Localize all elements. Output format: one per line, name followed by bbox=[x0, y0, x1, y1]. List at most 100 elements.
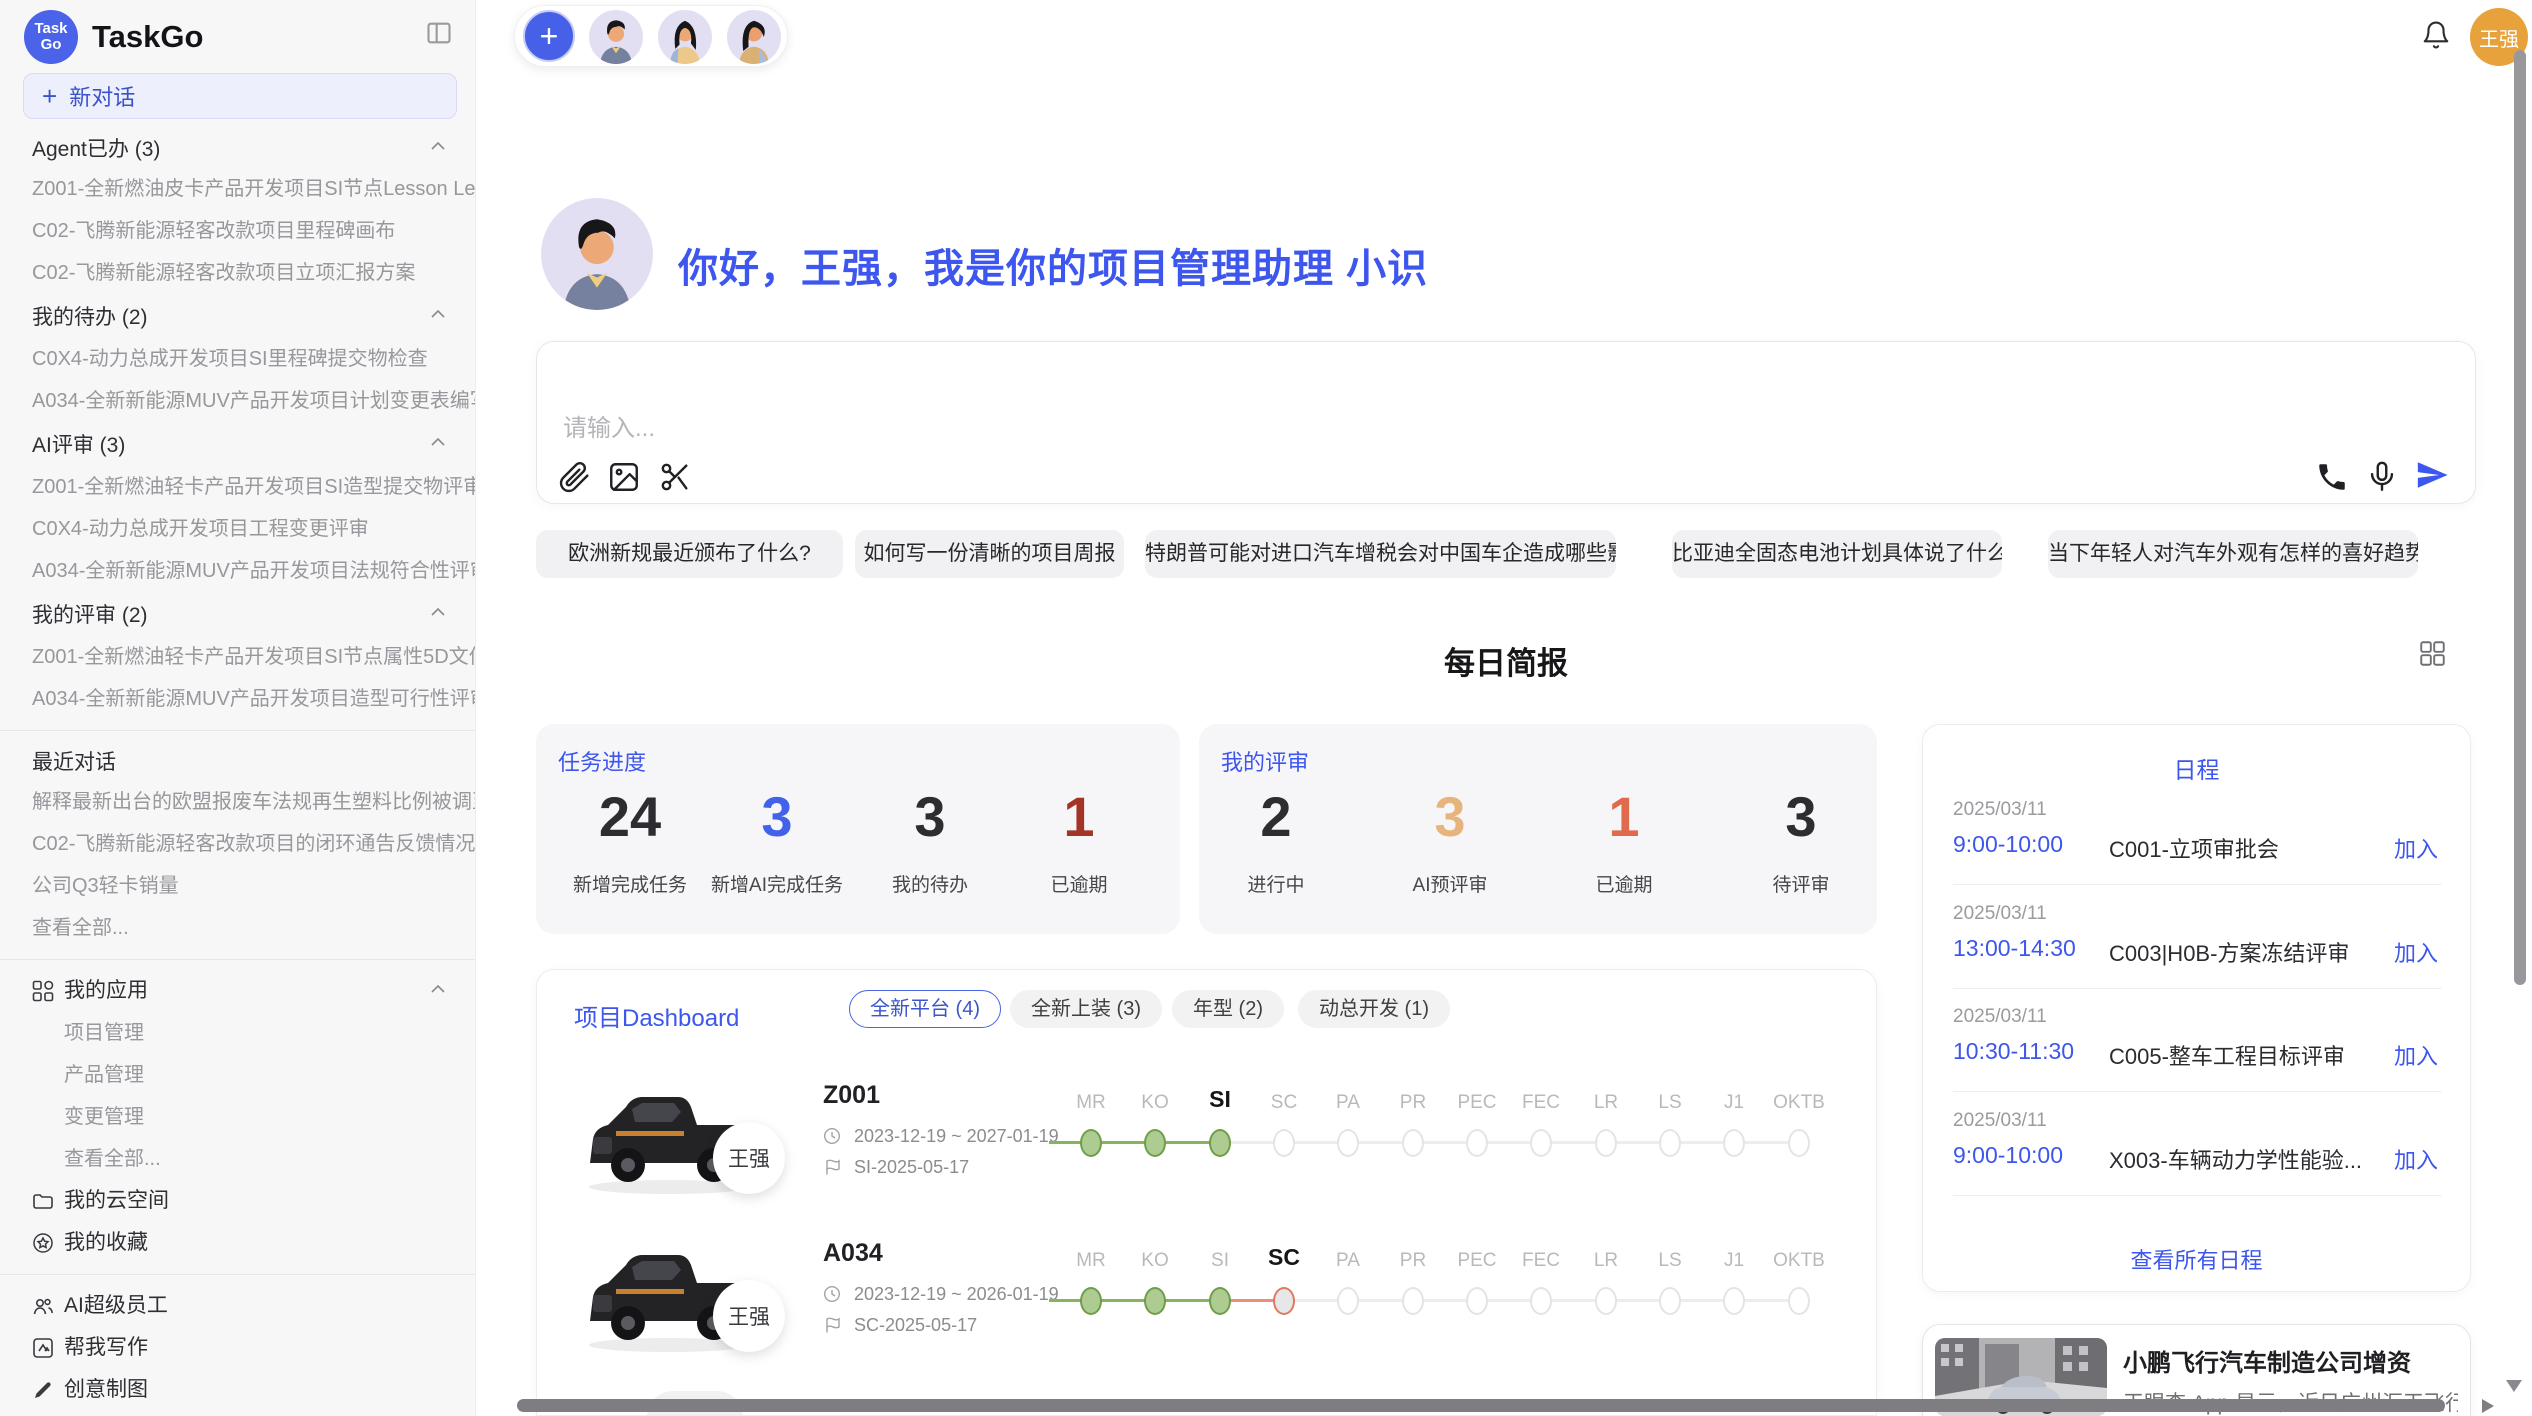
dashboard-title: 项目Dashboard bbox=[574, 998, 739, 1033]
app-item-project-mgmt[interactable]: 项目管理 bbox=[0, 1012, 476, 1054]
image-icon[interactable] bbox=[607, 460, 641, 494]
schedule-item[interactable]: 2025/03/11 9:00-10:00 C001-立项审批会 加入 bbox=[1953, 787, 2442, 891]
app-item-change-mgmt[interactable]: 变更管理 bbox=[0, 1096, 476, 1138]
app-window: TaskGo TaskGo + 新对话 Agent已办 (3) Z001-全新燃… bbox=[0, 0, 2532, 1416]
horizontal-scrollbar[interactable] bbox=[517, 1399, 2445, 1412]
chevron-up-icon[interactable] bbox=[430, 607, 446, 621]
join-link[interactable]: 加入 bbox=[2394, 936, 2438, 968]
sidebar-item-cloud-space[interactable]: 我的云空间 bbox=[0, 1180, 476, 1222]
add-session-button[interactable]: + bbox=[523, 10, 575, 62]
task-item[interactable]: C02-飞腾新能源轻客改款项目立项汇报方案 bbox=[0, 252, 476, 294]
join-link[interactable]: 加入 bbox=[2394, 1143, 2438, 1175]
project-flag: SC-2025-05-17 bbox=[823, 1315, 977, 1336]
session-avatar[interactable] bbox=[658, 10, 712, 64]
recent-chat-item[interactable]: 公司Q3轻卡销量 bbox=[0, 865, 476, 907]
clock-icon bbox=[823, 1127, 841, 1145]
scissors-icon[interactable] bbox=[658, 460, 692, 494]
session-avatar[interactable] bbox=[589, 10, 643, 64]
divider bbox=[1953, 988, 2442, 989]
project-dates: 2023-12-19 ~ 2026-01-19 bbox=[823, 1284, 1059, 1305]
sidebar-item-my-apps[interactable]: 我的应用 bbox=[0, 970, 476, 1012]
plus-icon: + bbox=[42, 81, 57, 112]
scroll-right-arrow[interactable] bbox=[2482, 1399, 2494, 1413]
layout-grid-icon[interactable] bbox=[2419, 640, 2446, 667]
divider bbox=[1953, 1195, 2442, 1196]
suggestion-chip[interactable]: 比亚迪全固态电池计划具体说了什么 bbox=[1672, 530, 2002, 578]
suggestion-chip[interactable]: 如何写一份清晰的项目周报 bbox=[855, 530, 1124, 578]
suggestion-chip[interactable]: 欧洲新规最近颁布了什么? bbox=[536, 530, 843, 578]
tab-new-body[interactable]: 全新上装 (3) bbox=[1010, 990, 1162, 1028]
sidebar-item-favorites[interactable]: 我的收藏 bbox=[0, 1222, 476, 1264]
tab-powertrain[interactable]: 动总开发 (1) bbox=[1298, 990, 1450, 1028]
microphone-icon[interactable] bbox=[2365, 460, 2399, 494]
milestone-line-done bbox=[1049, 1299, 1220, 1302]
tab-model-year[interactable]: 年型 (2) bbox=[1172, 990, 1284, 1028]
task-item[interactable]: A034-全新新能源MUV产品开发项目法规符合性评审 bbox=[0, 550, 476, 592]
task-item[interactable]: Z001-全新燃油皮卡产品开发项目SI节点Lesson Learn报告 bbox=[0, 168, 476, 210]
daily-briefing-title: 每日简报 bbox=[536, 638, 2476, 683]
schedule-item[interactable]: 2025/03/11 13:00-14:30 C003|H0B-方案冻结评审 加… bbox=[1953, 891, 2442, 995]
task-item[interactable]: C0X4-动力总成开发项目SI里程碑提交物检查 bbox=[0, 338, 476, 380]
scroll-down-arrow[interactable] bbox=[2506, 1380, 2522, 1392]
sidebar-collapse-icon[interactable] bbox=[425, 19, 453, 47]
assistant-avatar bbox=[541, 198, 653, 310]
owner-badge: 王强 bbox=[713, 1122, 785, 1194]
app-item-product-mgmt[interactable]: 产品管理 bbox=[0, 1054, 476, 1096]
task-item[interactable]: A034-全新新能源MUV产品开发项目造型可行性评审 bbox=[0, 678, 476, 720]
project-code[interactable]: Z001 bbox=[823, 1081, 880, 1110]
chat-input[interactable]: 请输入... bbox=[536, 341, 2476, 504]
send-icon[interactable] bbox=[2415, 458, 2449, 492]
chevron-up-icon[interactable] bbox=[430, 984, 446, 998]
chevron-up-icon[interactable] bbox=[430, 141, 446, 155]
tab-new-platform[interactable]: 全新平台 (4) bbox=[849, 990, 1001, 1028]
task-item[interactable]: C0X4-动力总成开发项目工程变更评审 bbox=[0, 508, 476, 550]
schedule-item[interactable]: 2025/03/11 9:00-10:00 X003-车辆动力学性能验... 加… bbox=[1953, 1098, 2442, 1202]
divider bbox=[1953, 884, 2442, 885]
section-my-todo[interactable]: 我的待办 (2) bbox=[0, 294, 476, 338]
card-title: 任务进度 bbox=[558, 745, 646, 777]
stat-new-done: 24 新增完成任务 bbox=[550, 782, 710, 897]
my-review-card: 我的评审 2 进行中 3 AI预评审 1 已逾期 3 待评审 bbox=[1199, 724, 1877, 934]
section-my-review[interactable]: 我的评审 (2) bbox=[0, 592, 476, 636]
stat-in-progress: 2 进行中 bbox=[1196, 782, 1356, 897]
input-placeholder: 请输入... bbox=[563, 408, 655, 443]
task-item[interactable]: Z001-全新燃油轻卡产品开发项目SI节点属性5D文件评审 bbox=[0, 636, 476, 678]
flag-icon bbox=[823, 1316, 841, 1334]
sidebar-list: Agent已办 (3) Z001-全新燃油皮卡产品开发项目SI节点Lesson … bbox=[0, 128, 476, 1411]
section-recent-chats: 最近对话 bbox=[0, 741, 476, 781]
task-item[interactable]: Z001-全新燃油轻卡产品开发项目SI造型提交物评审 bbox=[0, 466, 476, 508]
project-dashboard-card: 项目Dashboard 全新平台 (4) 全新上装 (3) 年型 (2) 动总开… bbox=[536, 969, 1877, 1416]
chevron-up-icon[interactable] bbox=[430, 309, 446, 323]
recent-view-all[interactable]: 查看全部... bbox=[0, 907, 476, 949]
notification-bell-icon[interactable] bbox=[2421, 20, 2451, 52]
section-agent-done[interactable]: Agent已办 (3) bbox=[0, 128, 476, 168]
star-badge-icon bbox=[32, 1232, 54, 1254]
session-avatar[interactable] bbox=[727, 10, 781, 64]
vertical-scrollbar[interactable] bbox=[2514, 50, 2526, 985]
apps-view-all[interactable]: 查看全部... bbox=[0, 1138, 476, 1180]
attachment-icon[interactable] bbox=[557, 460, 591, 494]
sidebar-item-writing[interactable]: 帮我写作 bbox=[0, 1327, 476, 1369]
task-item[interactable]: A034-全新新能源MUV产品开发项目计划变更表编写 bbox=[0, 380, 476, 422]
schedule-item[interactable]: 2025/03/11 10:30-11:30 C005-整车工程目标评审 加入 bbox=[1953, 994, 2442, 1098]
task-item[interactable]: C02-飞腾新能源轻客改款项目里程碑画布 bbox=[0, 210, 476, 252]
news-title: 小鹏飞行汽车制造公司增资 bbox=[2123, 1343, 2411, 1378]
join-link[interactable]: 加入 bbox=[2394, 832, 2438, 864]
section-ai-review[interactable]: AI评审 (3) bbox=[0, 422, 476, 466]
project-flag: SI-2025-05-17 bbox=[823, 1157, 969, 1178]
suggestion-chip[interactable]: 特朗普可能对进口汽车增税会对中国车企造成哪些影响 bbox=[1145, 530, 1616, 578]
suggestion-chip[interactable]: 当下年轻人对汽车外观有怎样的喜好趋势 bbox=[2048, 530, 2418, 578]
chevron-up-icon[interactable] bbox=[430, 437, 446, 451]
view-all-schedule-link[interactable]: 查看所有日程 bbox=[1923, 1243, 2470, 1275]
cloud-folder-icon bbox=[32, 1190, 54, 1212]
sidebar-item-ai-staff[interactable]: AI超级员工 bbox=[0, 1285, 476, 1327]
recent-chat-item[interactable]: C02-飞腾新能源轻客改款项目的闭环通告反馈情况 bbox=[0, 823, 476, 865]
divider bbox=[0, 959, 476, 960]
sidebar-item-drawing[interactable]: 创意制图 bbox=[0, 1369, 476, 1411]
owner-badge: 王强 bbox=[713, 1280, 785, 1352]
new-chat-button[interactable]: + 新对话 bbox=[23, 73, 457, 119]
join-link[interactable]: 加入 bbox=[2394, 1039, 2438, 1071]
phone-icon[interactable] bbox=[2315, 460, 2349, 494]
recent-chat-item[interactable]: 解释最新出台的欧盟报废车法规再生塑料比例被调至15% bbox=[0, 781, 476, 823]
project-code[interactable]: A034 bbox=[823, 1239, 883, 1268]
